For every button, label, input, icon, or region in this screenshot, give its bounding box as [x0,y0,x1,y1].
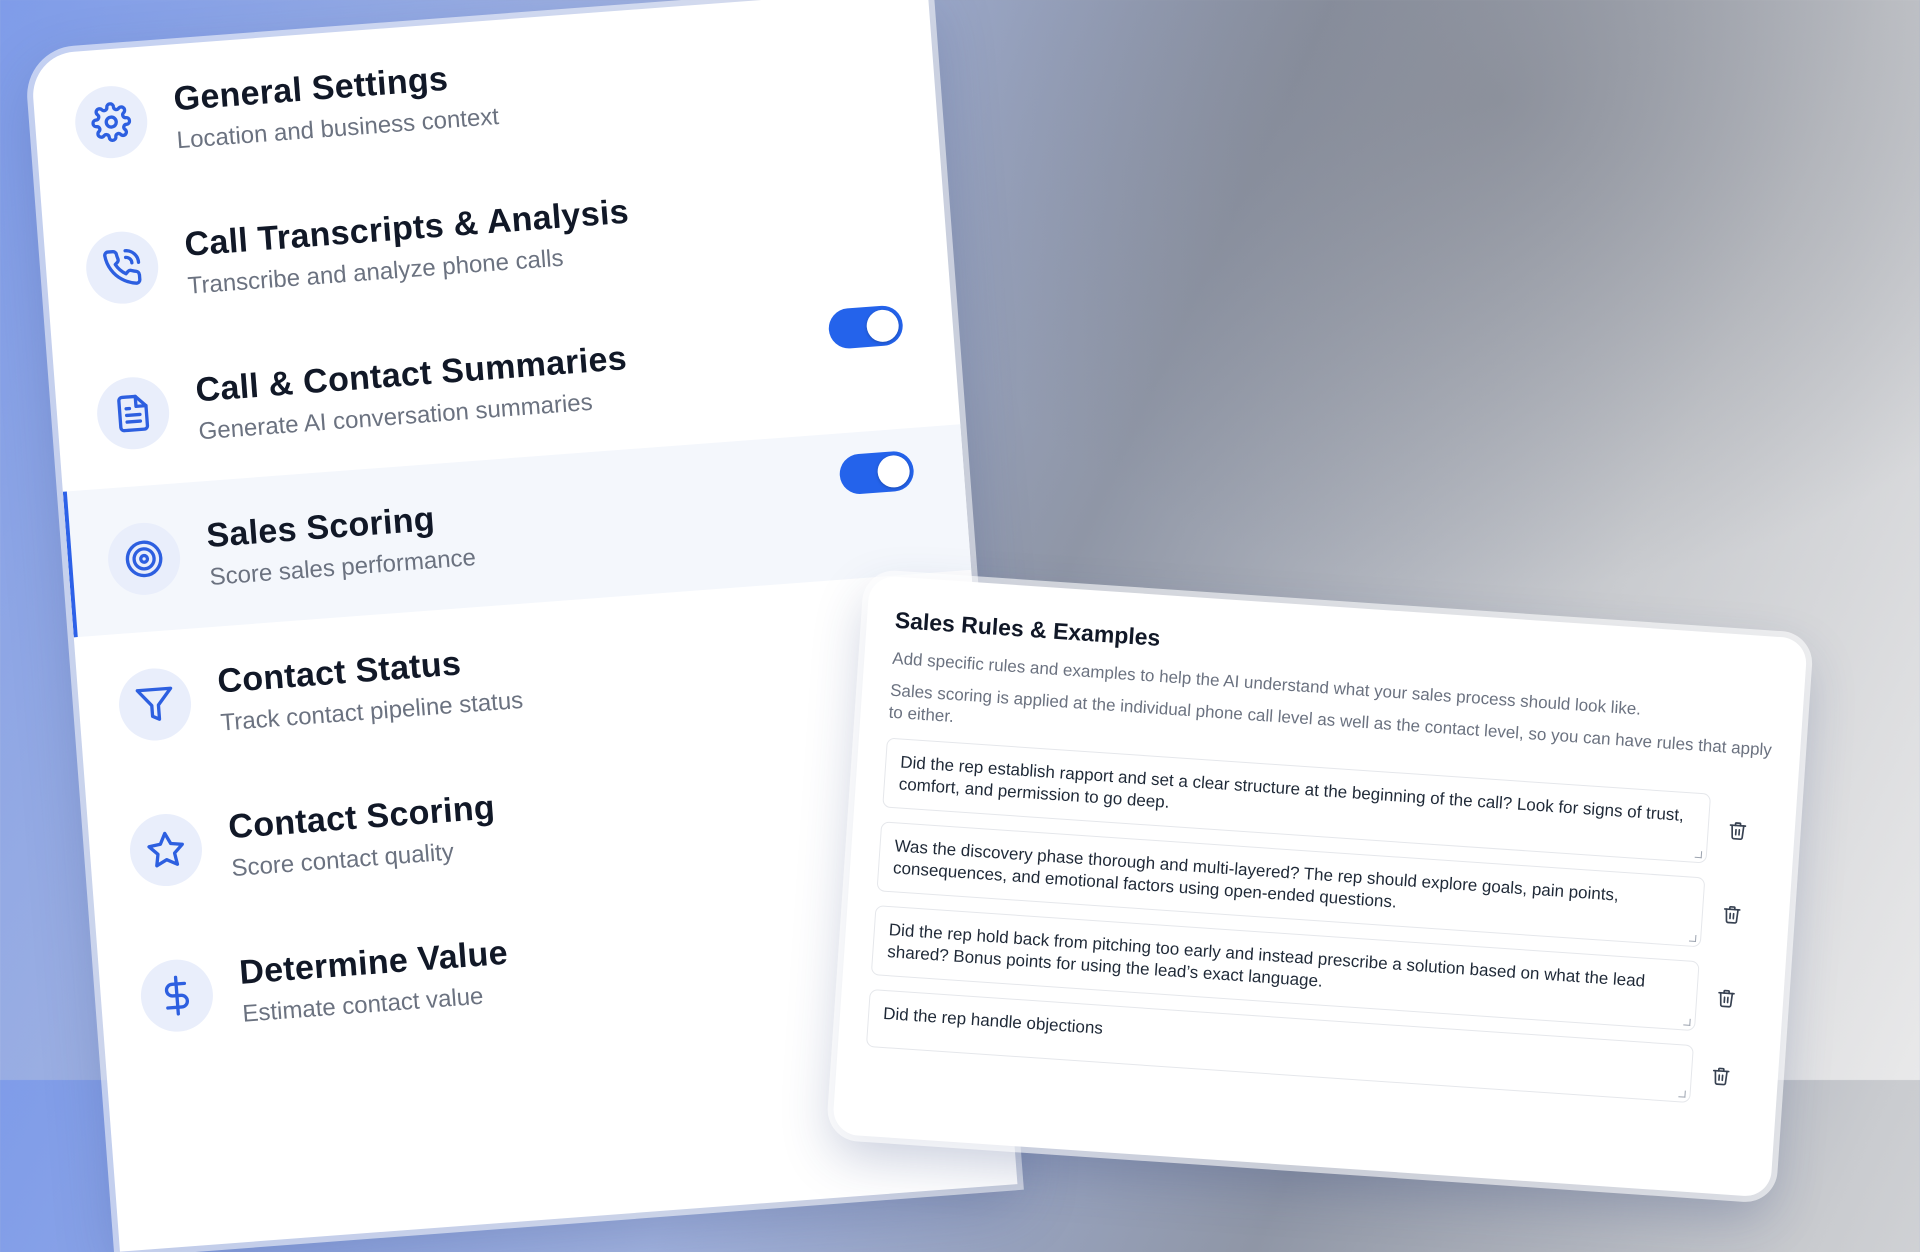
delete-rule-button[interactable] [1697,986,1756,1010]
toggle-knob [865,308,900,343]
sales-rules-card: Sales Rules & Examples Add specific rule… [831,575,1808,1198]
trash-icon [1723,905,1741,924]
filter-icon [116,665,194,744]
toggle-knob [876,454,911,489]
target-icon [105,520,183,598]
sales-scoring-toggle[interactable] [838,449,916,496]
trash-icon [1729,822,1747,840]
gear-icon [72,83,150,161]
trash-icon [1712,1067,1730,1086]
phone-icon [83,229,161,307]
summaries-toggle[interactable] [827,304,905,350]
star-icon [127,811,205,889]
delete-rule-button[interactable] [1708,819,1767,843]
delete-rule-button[interactable] [1702,902,1761,926]
dollar-icon [138,957,216,1035]
trash-icon [1718,989,1735,1008]
delete-rule-button[interactable] [1691,1064,1750,1088]
document-icon [94,374,172,452]
